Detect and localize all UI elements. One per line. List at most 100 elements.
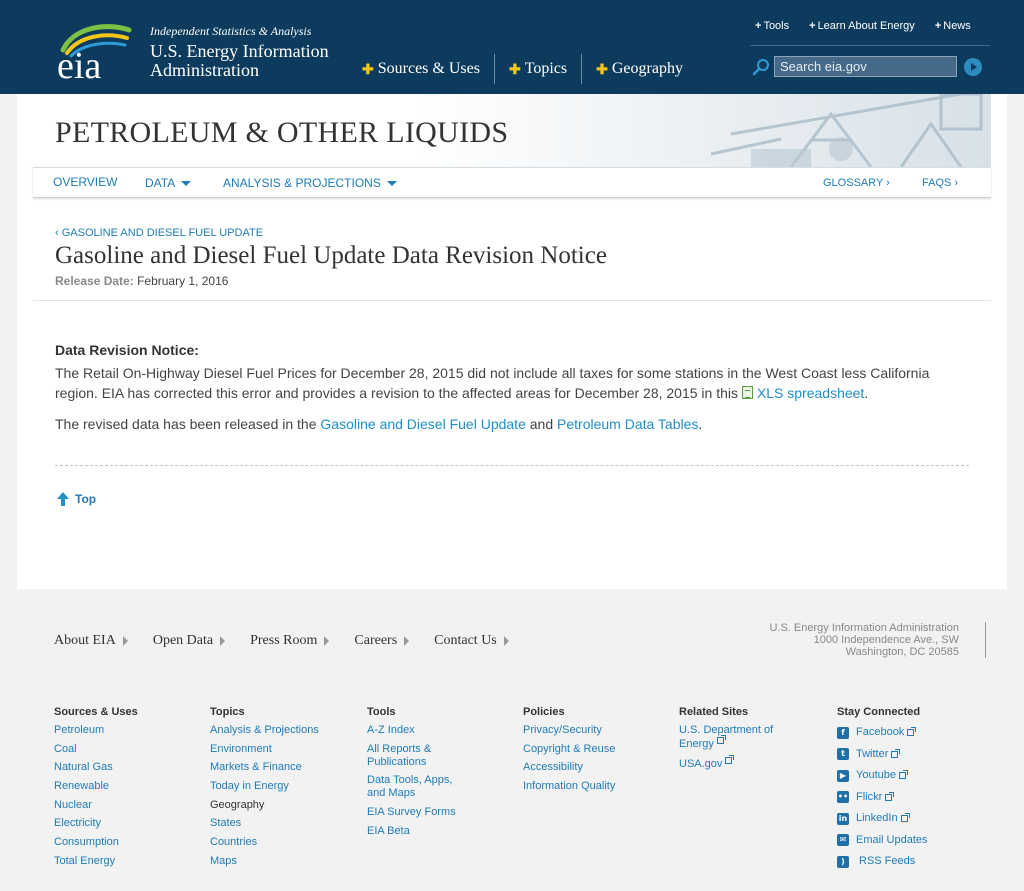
util-news[interactable]: + News bbox=[935, 20, 971, 32]
spreadsheet-icon bbox=[741, 386, 753, 399]
email-icon: ✉ bbox=[837, 834, 849, 846]
plus-icon: + bbox=[934, 20, 942, 32]
search-input[interactable] bbox=[774, 56, 957, 77]
breadcrumb[interactable]: ‹ GASOLINE AND DIESEL FUEL UPDATE bbox=[55, 227, 263, 239]
footer-link[interactable]: States bbox=[210, 817, 319, 830]
section-banner: PETROLEUM & OTHER LIQUIDS bbox=[33, 94, 991, 167]
social-email-updates[interactable]: ✉ Email Updates bbox=[837, 834, 928, 847]
footer-primary-links: About EIA Open Data Press Room Careers C… bbox=[54, 633, 534, 649]
footer-about-eia[interactable]: About EIA bbox=[54, 633, 128, 649]
nav-topics[interactable]: ✚ Topics bbox=[509, 54, 567, 84]
footer-link[interactable]: EIA Beta bbox=[367, 825, 477, 838]
footer-link[interactable]: EIA Survey Forms bbox=[367, 806, 477, 819]
divider bbox=[33, 300, 991, 301]
footer-link[interactable]: Countries bbox=[210, 836, 319, 849]
footer-link[interactable]: Markets & Finance bbox=[210, 761, 319, 774]
search-submit-button[interactable] bbox=[964, 58, 982, 76]
plus-icon: ✚ bbox=[508, 60, 521, 77]
footer-careers[interactable]: Careers bbox=[354, 633, 410, 649]
footer-col-stay-connected: Stay Connected f Facebook t Twitter ▶ Youtu… bbox=[837, 706, 928, 868]
footer-link[interactable]: Data Tools, Apps, and Maps bbox=[367, 774, 462, 800]
footer-link[interactable]: A-Z Index bbox=[367, 724, 477, 737]
xls-spreadsheet-link[interactable]: XLS spreadsheet bbox=[741, 385, 864, 401]
footer-subheading-geography: Geography bbox=[210, 798, 265, 811]
social-facebook[interactable]: f Facebook bbox=[837, 726, 928, 739]
footer-link[interactable]: Accessibility bbox=[523, 761, 615, 774]
youtube-icon: ▶ bbox=[837, 769, 849, 782]
oil-pump-illustration bbox=[710, 94, 983, 167]
svg-text:eia: eia bbox=[57, 45, 101, 82]
plus-icon: ✚ bbox=[362, 60, 374, 77]
plus-icon: ✚ bbox=[596, 60, 608, 77]
linkedin-icon: in bbox=[837, 812, 849, 825]
footer-link[interactable]: Renewable bbox=[54, 780, 138, 793]
section-sub-nav: OVERVIEW DATA ANALYSIS & PROJECTIONS GLO… bbox=[33, 167, 991, 198]
chevron-right-icon bbox=[220, 636, 226, 646]
footer-link[interactable]: Privacy/Security bbox=[523, 724, 615, 737]
utility-divider bbox=[750, 45, 990, 46]
page-title: Gasoline and Diesel Fuel Update Data Rev… bbox=[55, 242, 607, 269]
address-divider bbox=[985, 622, 986, 658]
notice-text: The Retail On-Highway Diesel Fuel Prices… bbox=[55, 365, 930, 401]
external-link-icon bbox=[907, 727, 917, 736]
tab-glossary[interactable]: GLOSSARY › bbox=[823, 177, 890, 189]
twitter-icon: t bbox=[837, 748, 849, 760]
footer-open-data[interactable]: Open Data bbox=[153, 633, 226, 649]
plus-icon: + bbox=[809, 20, 816, 32]
chevron-down-icon bbox=[386, 180, 397, 186]
footer-link[interactable]: Petroleum bbox=[54, 724, 138, 737]
util-tools[interactable]: + Tools bbox=[755, 20, 789, 32]
back-to-top-link[interactable]: Top bbox=[57, 492, 96, 506]
footer-link-doe[interactable]: U.S. Department of Energy bbox=[679, 724, 779, 751]
social-youtube[interactable]: ▶ Youtube bbox=[837, 769, 928, 782]
revised-text: The revised data has been released in th… bbox=[55, 416, 703, 432]
external-link-icon bbox=[898, 770, 908, 779]
tab-data[interactable]: DATA bbox=[145, 176, 192, 190]
social-flickr[interactable]: •• Flickr bbox=[837, 791, 928, 804]
chevron-down-icon bbox=[181, 180, 192, 186]
footer-link[interactable]: Today in Energy bbox=[210, 780, 319, 793]
footer-link[interactable]: All Reports & Publications bbox=[367, 743, 442, 769]
agency-name[interactable]: U.S. Energy Information Administration bbox=[150, 42, 350, 80]
utility-nav: + Tools + Learn About Energy + News bbox=[755, 20, 971, 32]
footer-col-related-sites: Related Sites U.S. Department of Energy … bbox=[679, 706, 789, 776]
nav-divider bbox=[493, 54, 495, 84]
flickr-icon: •• bbox=[837, 791, 849, 803]
footer-link[interactable]: Natural Gas bbox=[54, 761, 138, 774]
footer-link[interactable]: Analysis & Projections bbox=[210, 724, 319, 737]
footer-link-usa-gov[interactable]: USA.gov bbox=[679, 754, 789, 771]
eia-logo[interactable]: eia bbox=[55, 20, 135, 82]
nav-geography[interactable]: ✚ Geography bbox=[596, 54, 683, 84]
footer-link[interactable]: Information Quality bbox=[523, 780, 615, 793]
nav-sources-uses[interactable]: ✚ Sources & Uses bbox=[362, 54, 480, 84]
footer-contact-us[interactable]: Contact Us bbox=[434, 633, 509, 649]
footer-link[interactable]: Consumption bbox=[54, 836, 138, 849]
section-title: PETROLEUM & OTHER LIQUIDS bbox=[55, 116, 509, 149]
social-rss-feeds[interactable]: ) RSS Feeds bbox=[837, 855, 928, 868]
tagline: Independent Statistics & Analysis bbox=[150, 24, 312, 38]
gasoline-diesel-update-link[interactable]: Gasoline and Diesel Fuel Update bbox=[320, 416, 525, 432]
footer-press-room[interactable]: Press Room bbox=[250, 633, 330, 649]
tab-overview[interactable]: OVERVIEW bbox=[53, 175, 117, 189]
footer-link[interactable]: Maps bbox=[210, 855, 319, 868]
main-nav: ✚ Sources & Uses ✚ Topics ✚ Geography bbox=[362, 54, 683, 84]
plus-icon: + bbox=[755, 20, 762, 32]
footer-link[interactable]: Nuclear bbox=[54, 799, 138, 812]
footer-link[interactable]: Total Energy bbox=[54, 855, 138, 868]
footer-link[interactable]: Environment bbox=[210, 743, 319, 756]
chevron-right-icon bbox=[404, 636, 410, 646]
tab-analysis-projections[interactable]: ANALYSIS & PROJECTIONS bbox=[223, 176, 397, 190]
footer-link[interactable]: Copyright & Reuse bbox=[523, 743, 615, 756]
tab-faqs[interactable]: FAQS › bbox=[922, 177, 958, 189]
external-link-icon bbox=[885, 791, 895, 801]
footer-link[interactable]: Electricity bbox=[54, 817, 138, 830]
chevron-right-icon bbox=[503, 636, 509, 646]
footer-col-topics: Topics Analysis & Projections Environmen… bbox=[210, 706, 319, 868]
social-linkedin[interactable]: in LinkedIn bbox=[837, 812, 928, 825]
footer-link[interactable]: Coal bbox=[54, 743, 138, 756]
site-header: eia Independent Statistics & Analysis U.… bbox=[0, 0, 1024, 94]
release-date: Release Date: February 1, 2016 bbox=[55, 274, 229, 288]
petroleum-data-tables-link[interactable]: Petroleum Data Tables bbox=[557, 416, 698, 432]
util-learn-about-energy[interactable]: + Learn About Energy bbox=[809, 20, 915, 32]
social-twitter[interactable]: t Twitter bbox=[837, 748, 928, 761]
